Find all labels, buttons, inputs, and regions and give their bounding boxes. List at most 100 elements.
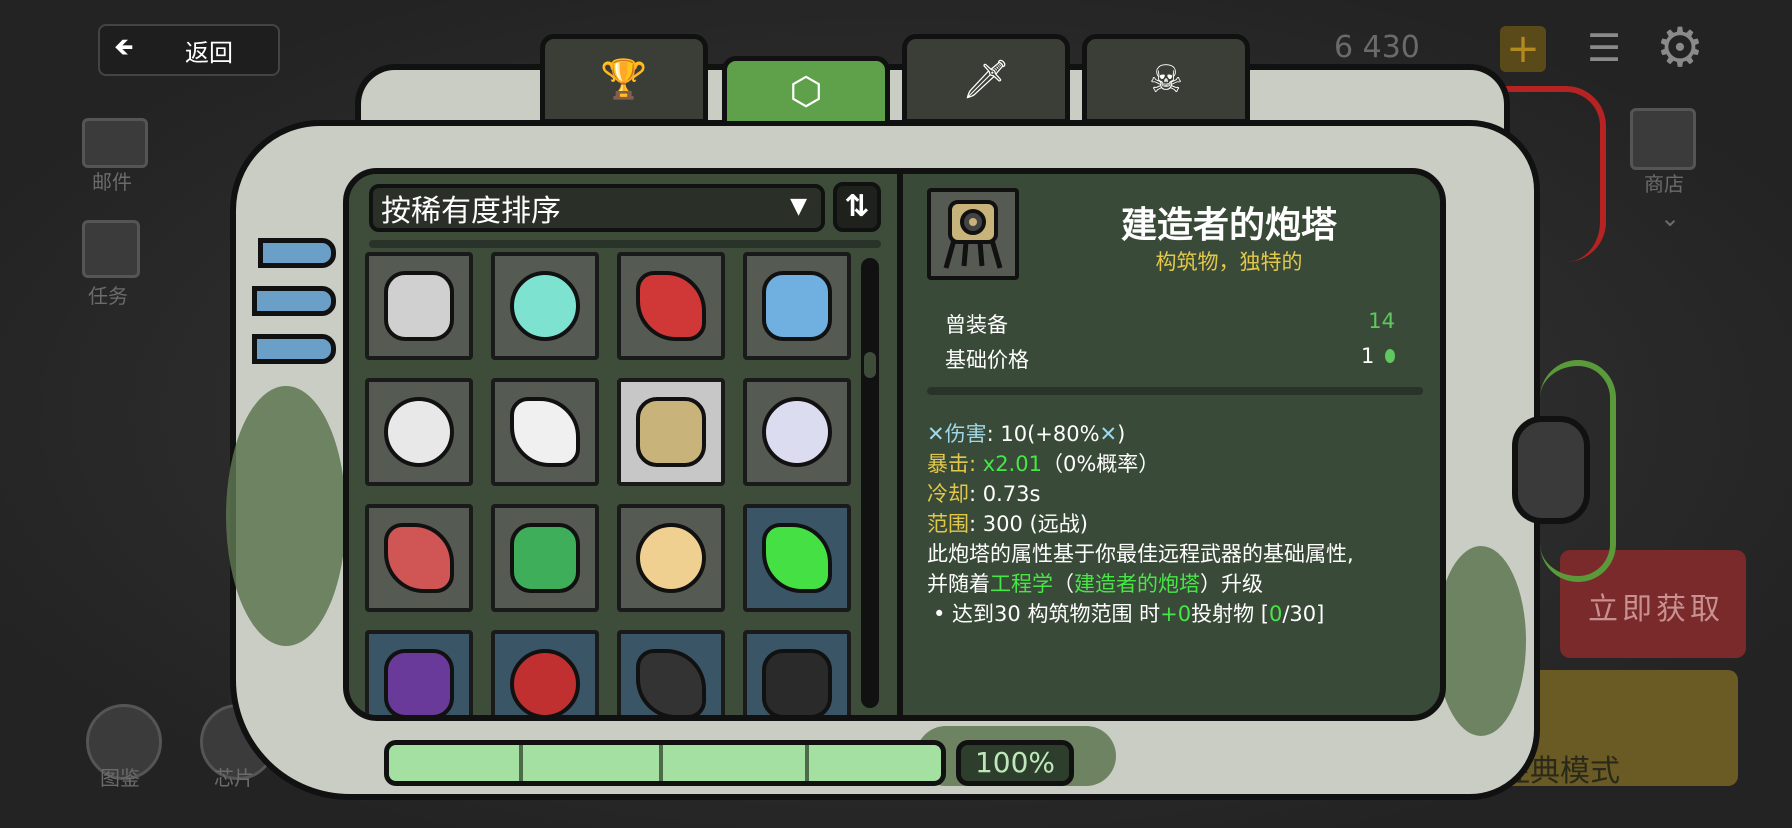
bullet-bonus: +0 (1160, 602, 1192, 626)
desc-text: （ (1053, 572, 1074, 596)
item-slot-fish[interactable] (743, 252, 851, 360)
equipped-value: 14 (1368, 309, 1395, 333)
damage-close: ) (1117, 422, 1126, 446)
item-slot-egg[interactable] (491, 504, 599, 612)
menu-icon[interactable]: ☰ (1584, 26, 1624, 70)
item-slot-slime[interactable] (491, 252, 599, 360)
item-slot-belt[interactable] (617, 630, 725, 715)
damage-label: 伤害 (944, 422, 987, 446)
panel-divider (897, 174, 903, 715)
tab-enemies[interactable]: ☠ (1082, 34, 1250, 124)
tasks-label: 任务 (88, 284, 128, 308)
crit-value: x2.01 (982, 452, 1042, 476)
tab-weapons[interactable]: 🗡 (902, 34, 1070, 124)
cube-icon: ⬡ (789, 69, 823, 113)
price-value: 1 (1360, 344, 1375, 368)
paint-splat (226, 386, 346, 646)
range-value: : 300 (远战) (969, 512, 1088, 536)
price-label: 基础价格 (945, 348, 1029, 372)
feather-icon (510, 397, 580, 467)
equipped-label: 曾装备 (945, 313, 1008, 337)
scrollbar-thumb[interactable] (864, 352, 876, 378)
item-name: 建造者的炮塔 (1120, 205, 1337, 246)
progress-fill (389, 745, 941, 781)
item-slot-engine[interactable] (743, 378, 851, 486)
item-slot-meat[interactable] (365, 504, 473, 612)
collection-progress-bar (384, 740, 946, 786)
cooldown-label: 冷却 (927, 482, 969, 506)
item-slot-penguin[interactable] (365, 378, 473, 486)
add-currency-button[interactable]: + (1500, 26, 1546, 72)
turret-keyword: 建造者的炮塔 (1074, 572, 1200, 596)
task-icon (82, 220, 140, 278)
penguin-icon (384, 397, 454, 467)
turret-icon (943, 200, 1003, 269)
bullet-text: /30] (1282, 602, 1325, 626)
tab-trophy[interactable]: 🏆 (540, 34, 708, 124)
bonus-bullet: • 达到30 构筑物范围 时+0投射物 [0/30] (933, 598, 1324, 628)
belt-icon (636, 649, 706, 715)
damage-value: : 10(+80% (986, 422, 1100, 446)
item-slot-feather[interactable] (491, 378, 599, 486)
ranged-damage-icon: ✕ (1099, 422, 1118, 446)
material-icon (1385, 349, 1395, 363)
tab-items[interactable]: ⬡ (722, 56, 890, 126)
vent-slot (252, 286, 336, 316)
item-slot-cheese[interactable] (617, 504, 725, 612)
back-arrow-icon: 🡸 (114, 32, 134, 61)
mail-icon (82, 118, 148, 168)
slime-icon (510, 271, 580, 341)
trophy-icon: 🏆 (600, 56, 648, 101)
item-slot-builder-turret[interactable] (617, 378, 725, 486)
price-value-wrap: 1 (1361, 344, 1395, 368)
sort-label: 按稀有度排序 (381, 194, 561, 229)
mail-label: 邮件 (92, 170, 132, 194)
selected-item-icon (927, 188, 1019, 280)
progress-percent: 100% (956, 740, 1074, 786)
vent-slot (258, 238, 336, 268)
cloak-icon (510, 649, 580, 715)
chevron-down-icon: ▼ (790, 194, 807, 219)
whistle-icon (636, 271, 706, 341)
item-slot-cloth[interactable] (743, 630, 851, 715)
scrollbar[interactable] (861, 258, 879, 708)
item-category: 构筑物，独特的 (1155, 250, 1303, 274)
item-slot-potion[interactable] (743, 504, 851, 612)
gear-icon[interactable]: ⚙ (1650, 18, 1710, 78)
rocket-icon (384, 271, 454, 341)
bullet-text: 投射物 [ (1191, 602, 1269, 626)
engine-icon (762, 397, 832, 467)
dial-gauge (1512, 416, 1590, 524)
egg-icon (510, 523, 580, 593)
back-label: 返回 (185, 38, 233, 67)
skull-icon: ☠ (1148, 57, 1184, 101)
potion-icon (762, 523, 832, 593)
meat-icon (384, 523, 454, 593)
fish-icon (762, 271, 832, 341)
item-slot-rocket[interactable] (365, 252, 473, 360)
sort-dropdown[interactable]: 按稀有度排序 ▼ (369, 184, 825, 232)
get-now-label: 立即获取 (1588, 592, 1724, 627)
crit-chance: （0%概率） (1041, 452, 1160, 476)
vent-slot (252, 334, 336, 364)
range-stat: 范围: 300 (远战) (927, 508, 1088, 538)
damage-icon: ✕ (927, 422, 945, 446)
item-slot-cloak[interactable] (491, 630, 599, 715)
sort-order-button[interactable]: ⇅ (833, 182, 881, 232)
progress-segment (805, 745, 809, 781)
divider (927, 387, 1423, 395)
shop-chevron-icon: ⌄ (1660, 204, 1681, 232)
divider (369, 240, 881, 248)
cheese-icon (636, 523, 706, 593)
item-slot-whistle[interactable] (617, 252, 725, 360)
damage-stat: ✕伤害: 10(+80%✕) (927, 418, 1125, 448)
progress-segment (659, 745, 663, 781)
sword-icon: 🗡 (961, 56, 1011, 101)
back-button[interactable]: 🡸 返回 (98, 24, 280, 76)
bullet-progress: 0 (1268, 602, 1283, 626)
item-slot-berries[interactable] (365, 630, 473, 715)
builder-turret-icon (636, 397, 706, 467)
description-line-2: 并随着工程学（建造者的炮塔）升级 (927, 568, 1263, 598)
screen-panel: 按稀有度排序 ▼ ⇅ 建造者的炮塔 构筑物，独特的 曾装备 14 基础价格 1 (343, 168, 1446, 721)
cloth-icon (762, 649, 832, 715)
